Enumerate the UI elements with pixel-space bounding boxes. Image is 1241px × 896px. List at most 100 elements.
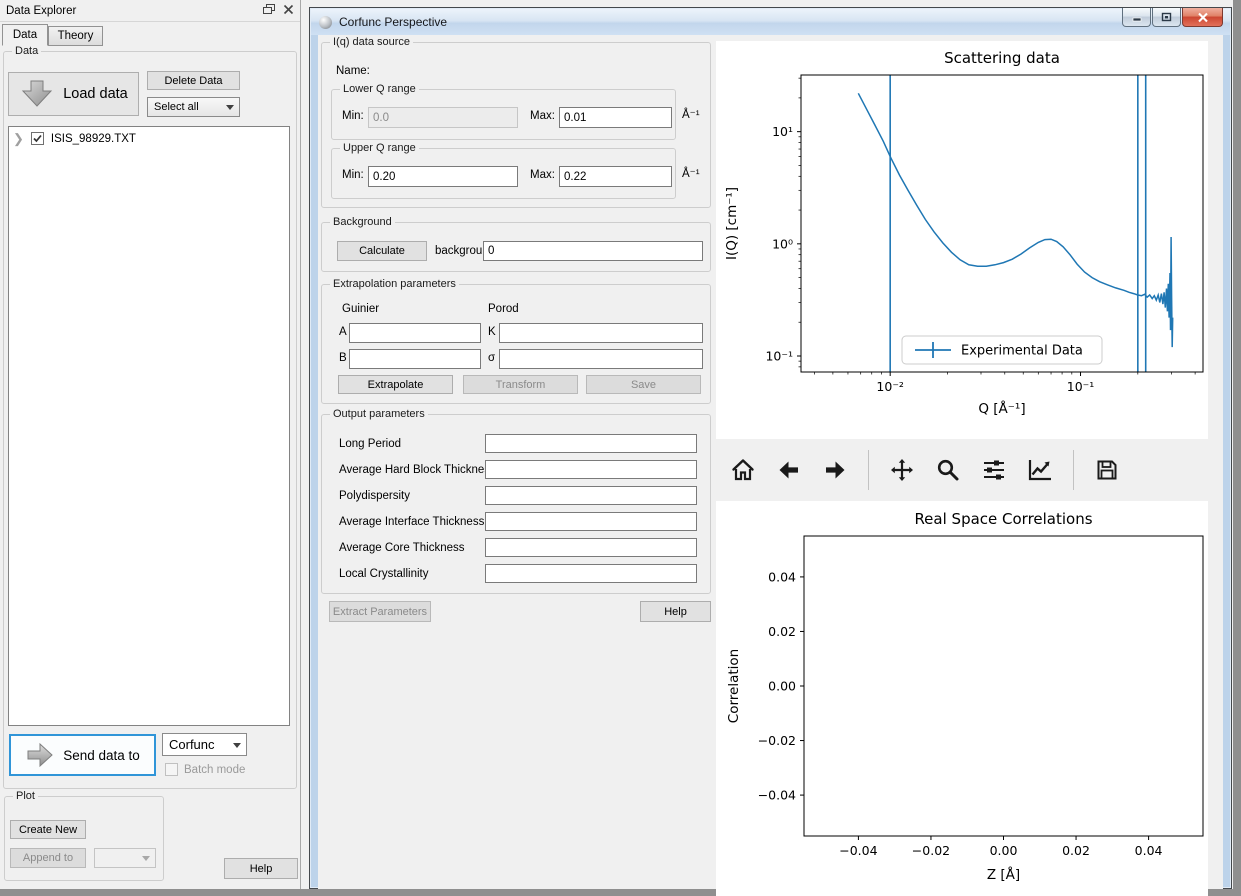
dropdown-arrow-icon xyxy=(142,856,150,861)
svg-text:0.00: 0.00 xyxy=(990,843,1018,858)
svg-text:10⁻¹: 10⁻¹ xyxy=(1067,379,1095,394)
porod-sigma-label: σ xyxy=(488,352,495,364)
lower-max-label: Max: xyxy=(530,110,555,122)
corfunc-titlebar[interactable]: Corfunc Perspective xyxy=(311,9,1230,35)
upper-max-label: Max: xyxy=(530,169,555,181)
forward-button[interactable] xyxy=(822,457,848,483)
lower-max-input[interactable] xyxy=(559,107,672,128)
toolbar-separator xyxy=(868,450,869,490)
close-button[interactable] xyxy=(1182,8,1223,27)
hard-block-thickness-output[interactable] xyxy=(485,460,697,479)
delete-data-button[interactable]: Delete Data xyxy=(147,71,240,90)
extract-parameters-button[interactable]: Extract Parameters xyxy=(329,601,431,622)
minimize-button[interactable] xyxy=(1122,8,1151,27)
long-period-output[interactable] xyxy=(485,434,697,453)
porod-sigma-input[interactable] xyxy=(499,349,703,369)
calculate-button[interactable]: Calculate xyxy=(337,241,427,261)
svg-text:0.02: 0.02 xyxy=(1062,843,1090,858)
save-figure-button[interactable] xyxy=(1094,457,1120,483)
download-arrow-icon xyxy=(19,79,55,109)
svg-text:Scattering data: Scattering data xyxy=(944,49,1060,67)
data-explorer-titlebar[interactable]: Data Explorer xyxy=(0,0,300,22)
name-label: Name: xyxy=(336,65,370,77)
scattering-plot-canvas[interactable]: 10⁻²10⁻¹10⁻¹10⁰10¹Scattering dataQ [Å⁻¹]… xyxy=(716,41,1208,439)
tab-data[interactable]: Data xyxy=(2,24,48,46)
edit-plot-button[interactable] xyxy=(1027,457,1053,483)
extrapolate-button[interactable]: Extrapolate xyxy=(338,375,453,394)
porod-k-input[interactable] xyxy=(499,323,703,343)
perspective-dropdown[interactable]: Corfunc xyxy=(162,733,247,756)
local-crystallinity-output[interactable] xyxy=(485,564,697,583)
zoom-button[interactable] xyxy=(935,457,961,483)
svg-text:10⁻²: 10⁻² xyxy=(876,379,904,394)
batch-mode-label: Batch mode xyxy=(184,764,245,776)
float-panel-icon[interactable] xyxy=(263,4,275,15)
data-group-label: Data xyxy=(12,45,41,57)
close-panel-icon[interactable] xyxy=(283,4,294,15)
lower-min-input[interactable] xyxy=(368,107,518,128)
background-input[interactable] xyxy=(483,241,703,261)
correlation-plot-canvas[interactable]: −0.04−0.020.000.020.04−0.04−0.020.000.02… xyxy=(716,501,1208,896)
output-row-label: Polydispersity xyxy=(339,490,410,502)
append-plot-dropdown[interactable] xyxy=(94,848,156,868)
expand-chevron-icon[interactable]: ❯ xyxy=(13,134,24,144)
transform-button[interactable]: Transform xyxy=(463,375,578,394)
guinier-label: Guinier xyxy=(342,303,379,315)
batch-mode-checkbox[interactable] xyxy=(165,763,178,776)
upper-max-input[interactable] xyxy=(559,166,672,187)
select-all-dropdown[interactable]: Select all xyxy=(147,97,240,117)
svg-text:0.04: 0.04 xyxy=(1135,843,1163,858)
output-row-label: Average Core Thickness xyxy=(339,542,465,554)
polydispersity-output[interactable] xyxy=(485,486,697,505)
core-thickness-output[interactable] xyxy=(485,538,697,557)
window-title: Corfunc Perspective xyxy=(339,15,447,29)
pan-button[interactable] xyxy=(889,457,915,483)
output-row-label: Average Interface Thickness xyxy=(339,516,484,528)
toolbar-separator xyxy=(1073,450,1074,490)
svg-text:−0.04: −0.04 xyxy=(758,788,796,803)
svg-text:−0.02: −0.02 xyxy=(758,733,796,748)
append-to-plot-button[interactable]: Append to xyxy=(10,848,86,868)
restore-button[interactable] xyxy=(1152,8,1181,27)
output-row-label: Long Period xyxy=(339,438,401,450)
output-row-label: Average Hard Block Thickness xyxy=(339,464,496,476)
back-button[interactable] xyxy=(776,457,802,483)
corfunc-content: I(q) data source Name: Lower Q range Min… xyxy=(318,35,1223,889)
configure-subplots-button[interactable] xyxy=(981,457,1007,483)
svg-text:I(Q) [cm⁻¹]: I(Q) [cm⁻¹] xyxy=(724,187,740,260)
dropdown-arrow-icon xyxy=(233,743,241,748)
interface-thickness-output[interactable] xyxy=(485,512,697,531)
corfunc-help-button[interactable]: Help xyxy=(640,601,711,622)
dropdown-arrow-icon xyxy=(226,105,234,110)
guinier-b-input[interactable] xyxy=(349,349,481,369)
list-item[interactable]: ❯ ISIS_98929.TXT xyxy=(13,132,136,145)
save-extrapolation-button[interactable]: Save xyxy=(586,375,701,394)
minimize-icon xyxy=(1132,13,1142,22)
line-chart-icon xyxy=(1027,458,1053,482)
guinier-a-input[interactable] xyxy=(349,323,481,343)
tab-theory[interactable]: Theory xyxy=(48,26,103,46)
svg-text:0.04: 0.04 xyxy=(768,569,796,584)
file-checkbox[interactable] xyxy=(31,132,44,145)
upper-min-input[interactable] xyxy=(368,166,518,187)
guinier-a-label: A xyxy=(339,326,347,338)
sliders-icon xyxy=(982,458,1006,482)
guinier-b-label: B xyxy=(339,352,347,364)
create-new-plot-button[interactable]: Create New xyxy=(10,820,86,839)
send-arrow-icon xyxy=(25,741,55,769)
upper-min-label: Min: xyxy=(342,169,364,181)
load-data-button[interactable]: Load data xyxy=(8,72,139,116)
plot-group-label: Plot xyxy=(13,790,38,802)
close-icon xyxy=(1197,12,1209,23)
explorer-help-button[interactable]: Help xyxy=(224,858,298,879)
porod-label: Porod xyxy=(488,303,519,315)
corfunc-window: Corfunc Perspective I(q) data source Nam… xyxy=(309,7,1232,889)
data-file-list[interactable]: ❯ ISIS_98929.TXT xyxy=(8,126,290,726)
file-name: ISIS_98929.TXT xyxy=(51,133,136,145)
pan-icon xyxy=(890,458,914,482)
porod-k-label: K xyxy=(488,326,496,338)
home-icon xyxy=(731,458,755,482)
check-icon xyxy=(32,133,43,144)
send-data-button[interactable]: Send data to xyxy=(9,734,156,776)
home-button[interactable] xyxy=(730,457,756,483)
